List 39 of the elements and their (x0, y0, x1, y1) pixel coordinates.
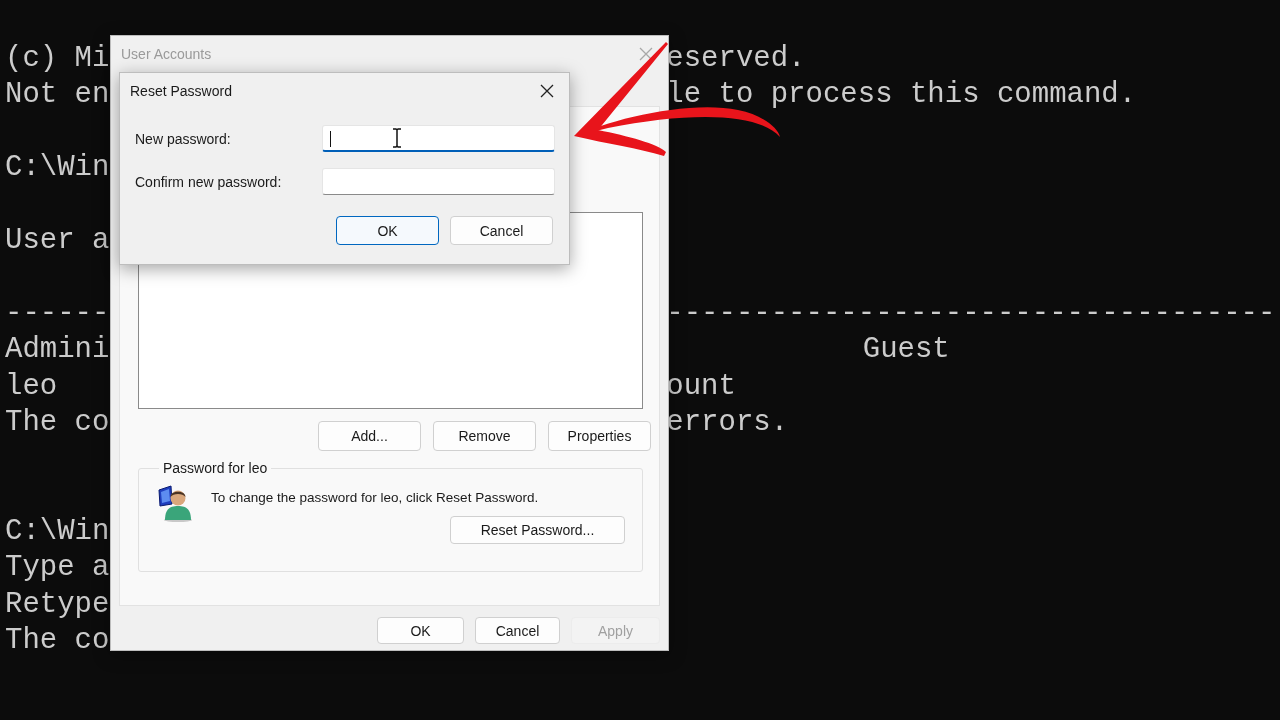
terminal-text: ----------------------------------- (666, 295, 1276, 332)
close-icon (540, 84, 554, 98)
terminal-text: Not en (5, 78, 110, 112)
terminal-text: User a (5, 223, 110, 257)
password-field[interactable] (322, 168, 555, 195)
terminal-text: leo (5, 369, 58, 403)
terminal-text: Guest (862, 332, 950, 369)
user-computer-icon (157, 484, 195, 522)
dialog-button[interactable]: Properties (548, 421, 651, 451)
dialog-title: Reset Password (130, 83, 232, 99)
terminal-text: C:\Win (5, 151, 110, 185)
terminal-text: The co (5, 624, 110, 658)
terminal-text: The co (5, 405, 110, 439)
terminal-text: errors. (666, 404, 789, 441)
dialog-button[interactable]: OK (336, 216, 439, 245)
terminal-text: C:\Win (5, 515, 110, 549)
terminal-text: Retype (5, 587, 110, 621)
window-title: User Accounts (121, 46, 212, 62)
reset-password-button[interactable]: Reset Password... (450, 516, 625, 544)
terminal-text: Type a (5, 551, 110, 585)
group-title: Password for leo (162, 460, 269, 476)
field-label: New password: (135, 130, 232, 147)
instruction-text: To change the password for leo, click Reset Password. (211, 490, 539, 505)
terminal-text: le to process this command. (666, 77, 1137, 114)
terminal-text: ount (666, 368, 736, 405)
terminal-text: eserved. (666, 41, 806, 77)
dialog-button[interactable]: OK (377, 617, 464, 644)
field-label: Confirm new password: (135, 173, 283, 190)
terminal-text: ------ (5, 296, 110, 330)
dialog-button[interactable]: Add... (318, 421, 421, 451)
text-caret (330, 131, 331, 147)
password-field[interactable] (322, 125, 555, 152)
dialog-button[interactable]: Cancel (475, 617, 560, 644)
dialog-button[interactable]: Cancel (450, 216, 553, 245)
text-cursor-icon (392, 128, 402, 148)
dialog-button[interactable]: Remove (433, 421, 536, 451)
terminal-text: (c) Mi (5, 42, 110, 75)
terminal-text: Admini (5, 333, 110, 367)
close-icon (639, 47, 653, 61)
